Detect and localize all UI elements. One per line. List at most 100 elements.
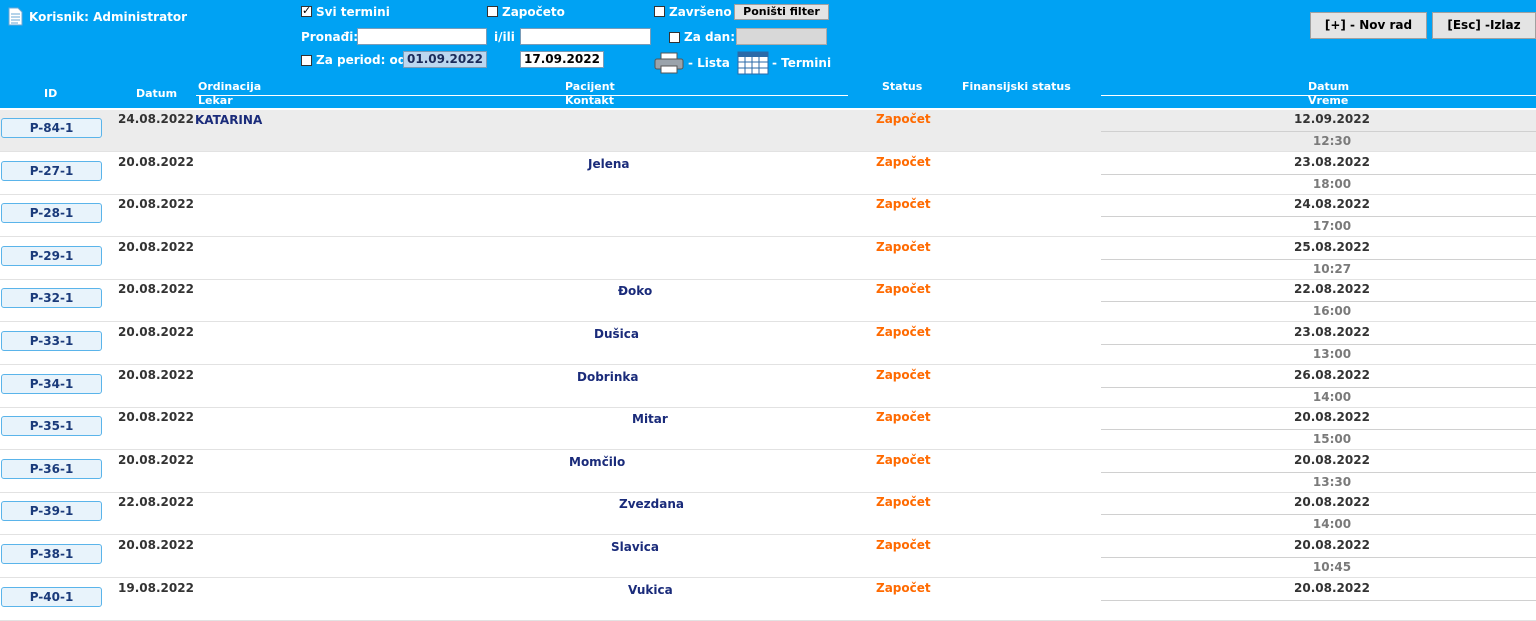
row-datetime-divider [1101, 216, 1536, 218]
row-id-button[interactable]: P-29-1 [1, 245, 102, 266]
row-datetime-divider [1101, 471, 1536, 473]
find-input[interactable] [357, 28, 487, 45]
period-from-input[interactable]: 01.09.2022 [403, 51, 487, 68]
header-divider-left [196, 95, 848, 96]
col-doctor: Lekar [198, 94, 233, 107]
table-row[interactable]: P-27-1 20.08.2022 Jelena Započet 23.08.2022 1… [0, 153, 1536, 195]
calendar-icon[interactable] [737, 51, 769, 75]
row-appointment-time: 14:00 [1312, 517, 1352, 532]
printer-icon[interactable] [654, 52, 684, 74]
row-appointment-date: 20.08.2022 [1294, 410, 1370, 425]
finished-checkbox[interactable] [654, 6, 665, 17]
row-appointment-date: 23.08.2022 [1294, 325, 1370, 339]
started-checkbox[interactable] [487, 6, 498, 17]
row-appointment-date: 22.08.2022 [1294, 282, 1370, 297]
col-right-time: Vreme [1308, 94, 1349, 107]
row-datetime-divider [1101, 344, 1536, 345]
row-id-button[interactable]: P-28-1 [1, 203, 102, 224]
row-patient: Dušica [594, 327, 639, 341]
row-status: Započet [876, 197, 931, 212]
table-row[interactable]: P-33-1 20.08.2022 Dušica Započet 23.08.2022 1… [0, 323, 1536, 365]
row-id-button[interactable]: P-34-1 [1, 373, 102, 394]
row-appointment-time: 10:45 [1312, 560, 1352, 574]
row-date: 24.08.2022 [118, 112, 194, 126]
all-appointments-checkbox[interactable] [301, 4, 312, 17]
col-right-date: Datum [1308, 80, 1350, 93]
row-separator [0, 619, 1536, 621]
row-date: 20.08.2022 [118, 282, 194, 297]
finished-label: Završeno [669, 5, 732, 19]
row-appointment-date: 26.08.2022 [1294, 367, 1370, 382]
row-id-button[interactable]: P-35-1 [1, 416, 102, 437]
row-datetime-divider [1101, 173, 1536, 175]
row-id-button[interactable]: P-84-1 [1, 118, 102, 138]
row-patient: Dobrinka [577, 369, 639, 384]
row-id-button[interactable]: P-40-1 [1, 586, 102, 607]
all-appointments-label: Svi termini [316, 5, 390, 19]
table-row[interactable]: P-40-1 19.08.2022 Vukica Započet 20.08.2022 [0, 579, 1536, 621]
row-patient: Mitar [632, 412, 668, 427]
col-id: ID [44, 87, 58, 100]
period-checkbox[interactable] [301, 55, 312, 66]
new-record-button[interactable]: [+] - Nov rad [1310, 12, 1427, 39]
row-id-button[interactable]: P-38-1 [1, 544, 102, 564]
row-date: 20.08.2022 [118, 197, 194, 212]
row-datetime-divider [1101, 386, 1536, 388]
row-id-button[interactable]: P-32-1 [1, 288, 102, 309]
row-date: 19.08.2022 [118, 580, 194, 595]
appointments-label[interactable]: - Termini [772, 56, 831, 70]
row-appointment-time: 13:00 [1312, 347, 1352, 361]
row-appointment-time: 10:27 [1312, 261, 1352, 276]
for-day-checkbox[interactable] [669, 32, 680, 43]
row-status: Započet [876, 154, 931, 169]
row-appointment-date: 20.08.2022 [1294, 452, 1370, 467]
top-toolbar: Korisnik: Administrator Svi termini Zapo… [0, 0, 1536, 80]
row-date: 20.08.2022 [118, 538, 194, 552]
row-appointment-time: 14:00 [1312, 389, 1352, 404]
row-status: Započet [876, 538, 931, 552]
row-doctor: KATARINA [195, 113, 263, 127]
row-appointment-time: 17:00 [1312, 219, 1352, 234]
table-row[interactable]: P-32-1 20.08.2022 Đoko Započet 22.08.2022 16:… [0, 280, 1536, 323]
row-datetime-divider [1101, 557, 1536, 558]
reset-filter-button[interactable]: Poništi filter [734, 4, 829, 20]
period-to-input[interactable]: 17.09.2022 [520, 51, 604, 68]
table-row[interactable]: P-38-1 20.08.2022 Slavica Započet 20.08.2022… [0, 536, 1536, 578]
table-row[interactable]: P-36-1 20.08.2022 Momčilo Započet 20.08.2022… [0, 451, 1536, 493]
for-day-label: Za dan: [684, 30, 736, 44]
col-office: Ordinacija [198, 80, 262, 93]
andor-label: i/ili [494, 30, 515, 44]
row-id-button[interactable]: P-27-1 [1, 160, 102, 181]
table-row[interactable]: P-39-1 22.08.2022 Zvezdana Započet 20.08.202… [0, 493, 1536, 536]
table-row[interactable]: P-34-1 20.08.2022 Dobrinka Započet 26.08.202… [0, 366, 1536, 408]
row-id-button[interactable]: P-36-1 [1, 458, 102, 479]
row-date: 20.08.2022 [118, 239, 194, 254]
col-contact: Kontakt [565, 94, 614, 107]
user-label: Korisnik: Administrator [29, 10, 188, 24]
table-row[interactable]: P-29-1 20.08.2022 Započet 25.08.2022 10:27 [0, 238, 1536, 280]
row-patient: Momčilo [569, 454, 626, 469]
list-label[interactable]: - Lista [688, 56, 730, 70]
row-date: 20.08.2022 [118, 154, 194, 169]
row-status: Započet [876, 112, 931, 126]
table-row[interactable]: P-35-1 20.08.2022 Mitar Započet 20.08.2022 15… [0, 408, 1536, 451]
andor-input[interactable] [520, 28, 651, 45]
row-datetime-divider [1101, 258, 1536, 260]
row-appointment-time: 16:00 [1312, 304, 1352, 319]
table-header: ID Datum Ordinacija Lekar Pacijent Konta… [0, 80, 1536, 108]
table-row[interactable]: P-28-1 20.08.2022 Započet 24.08.2022 17:00 [0, 195, 1536, 238]
row-datetime-divider [1101, 599, 1536, 601]
row-patient: Đoko [618, 284, 653, 299]
for-day-input[interactable] [736, 28, 827, 45]
row-status: Započet [876, 580, 931, 595]
row-patient: Vukica [628, 582, 673, 597]
row-patient: Slavica [611, 540, 659, 554]
exit-button[interactable]: [Esc] -Izlaz [1432, 12, 1536, 39]
row-appointment-time: 18:00 [1312, 176, 1352, 191]
row-id-button[interactable]: P-33-1 [1, 331, 102, 351]
col-date: Datum [136, 87, 178, 100]
table-row[interactable]: P-84-1 24.08.2022 KATARINA Započet 12.09.202… [0, 110, 1536, 152]
col-status: Status [882, 80, 923, 93]
row-appointment-date: 23.08.2022 [1294, 154, 1370, 169]
row-id-button[interactable]: P-39-1 [1, 501, 102, 522]
